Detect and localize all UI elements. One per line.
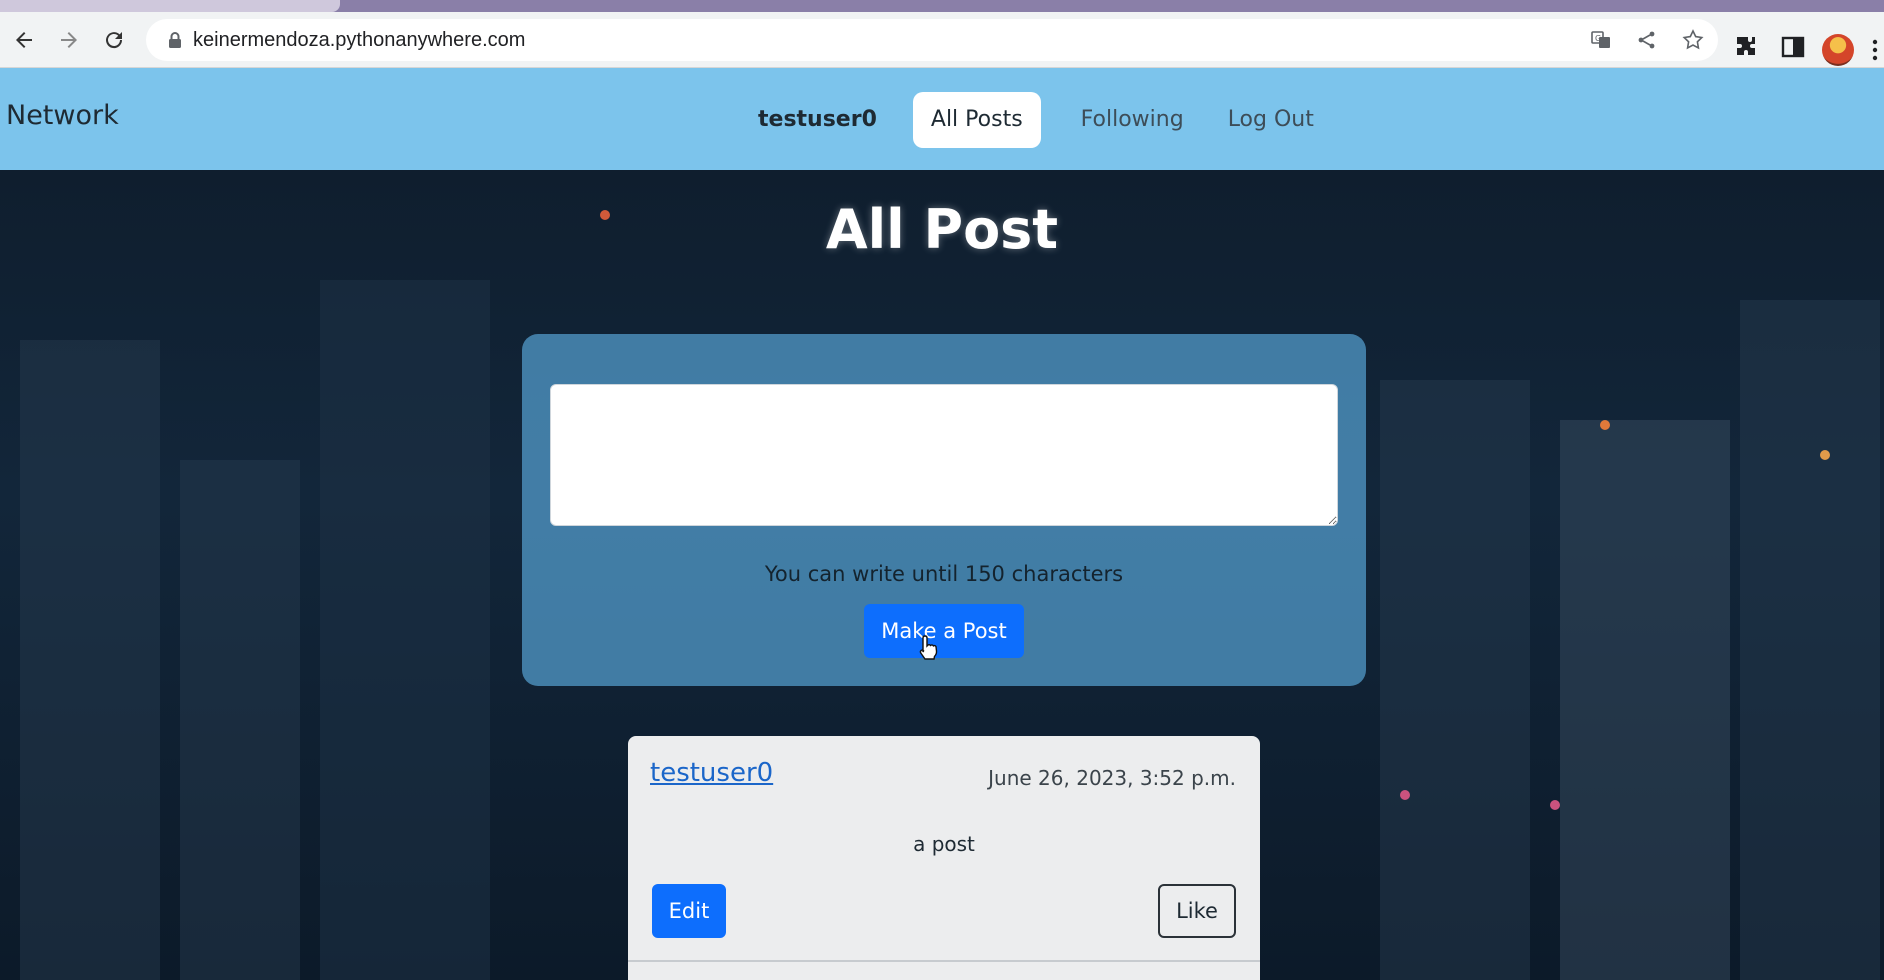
like-post-button[interactable]: Like [1158,884,1236,938]
svg-text:G: G [1595,34,1601,43]
share-icon[interactable] [1636,29,1658,51]
star-icon[interactable] [1682,29,1704,51]
side-panel-icon[interactable] [1780,34,1806,60]
forward-arrow-icon[interactable] [55,26,83,54]
back-arrow-icon[interactable] [10,26,38,54]
reload-icon[interactable] [100,26,128,54]
lock-icon[interactable] [166,31,184,49]
post-divider [628,960,1260,962]
browser-toolbar: keinermendoza.pythonanywhere.com G [0,12,1884,68]
post-textarea[interactable] [550,384,1338,526]
url-text[interactable]: keinermendoza.pythonanywhere.com [193,29,525,52]
browser-tab-strip [0,0,1884,12]
post-card: testuser0 June 26, 2023, 3:52 p.m. a pos… [628,736,1260,980]
brand-logo[interactable]: Network [6,100,119,131]
nav-links: testuser0 All Posts Following Log Out [740,92,1336,148]
compose-card: You can write until 150 characters Make … [522,334,1366,686]
nav-following[interactable]: Following [1059,92,1206,148]
post-author-link[interactable]: testuser0 [650,758,773,788]
extensions-icon[interactable] [1734,34,1760,60]
post-content: a post [913,832,975,856]
make-post-button[interactable]: Make a Post [864,604,1024,658]
nav-log-out[interactable]: Log Out [1206,92,1336,148]
menu-dots-icon[interactable] [1872,38,1878,62]
translate-icon[interactable]: G [1590,29,1612,51]
page-title: All Post [825,198,1059,261]
nav-all-posts[interactable]: All Posts [912,92,1041,148]
post-timestamp: June 26, 2023, 3:52 p.m. [988,766,1236,790]
profile-avatar[interactable] [1822,34,1854,66]
nav-user-profile[interactable]: testuser0 [740,92,895,148]
character-limit-hint: You can write until 150 characters [764,562,1124,586]
browser-tab[interactable] [0,0,340,12]
address-bar[interactable]: keinermendoza.pythonanywhere.com G [146,19,1718,61]
hand-pointer-cursor-icon [919,635,938,660]
app-navbar: Network testuser0 All Posts Following Lo… [0,68,1884,170]
edit-post-button[interactable]: Edit [652,884,726,938]
